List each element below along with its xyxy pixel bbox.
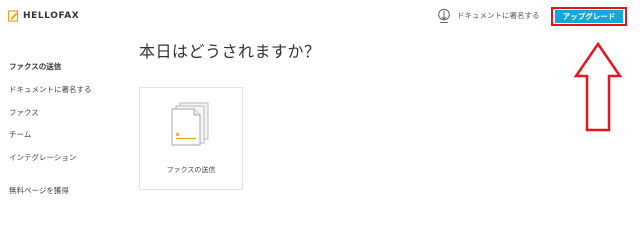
sidebar-item-team[interactable]: チーム: [9, 129, 31, 140]
upgrade-button[interactable]: アップグレード: [555, 10, 623, 23]
sidebar-item-faxes[interactable]: ファクス: [9, 107, 39, 118]
send-fax-card[interactable]: ファクスの送信: [139, 87, 243, 190]
annotation-arrow-icon: [574, 42, 622, 132]
send-fax-card-label: ファクスの送信: [166, 166, 216, 174]
sign-document-link[interactable]: ドキュメントに署名する: [437, 8, 540, 24]
logo-text: HELLOFAX: [23, 11, 80, 21]
sidebar-item-send-fax[interactable]: ファクスの送信: [9, 61, 61, 72]
hellofax-logo[interactable]: HELLOFAX: [8, 9, 79, 23]
logo-pen-icon: [8, 10, 19, 22]
sign-document-label: ドキュメントに署名する: [457, 11, 540, 20]
sidebar-item-integrations[interactable]: インテグレーション: [9, 152, 76, 163]
pen-sign-icon: [438, 8, 450, 23]
page-title: 本日はどうされますか？: [139, 42, 321, 61]
sidebar-item-sign-document[interactable]: ドキュメントに署名する: [9, 84, 92, 95]
fax-document-icon: [171, 102, 209, 146]
sidebar-item-free-pages[interactable]: 無料ページを獲得: [9, 185, 69, 196]
